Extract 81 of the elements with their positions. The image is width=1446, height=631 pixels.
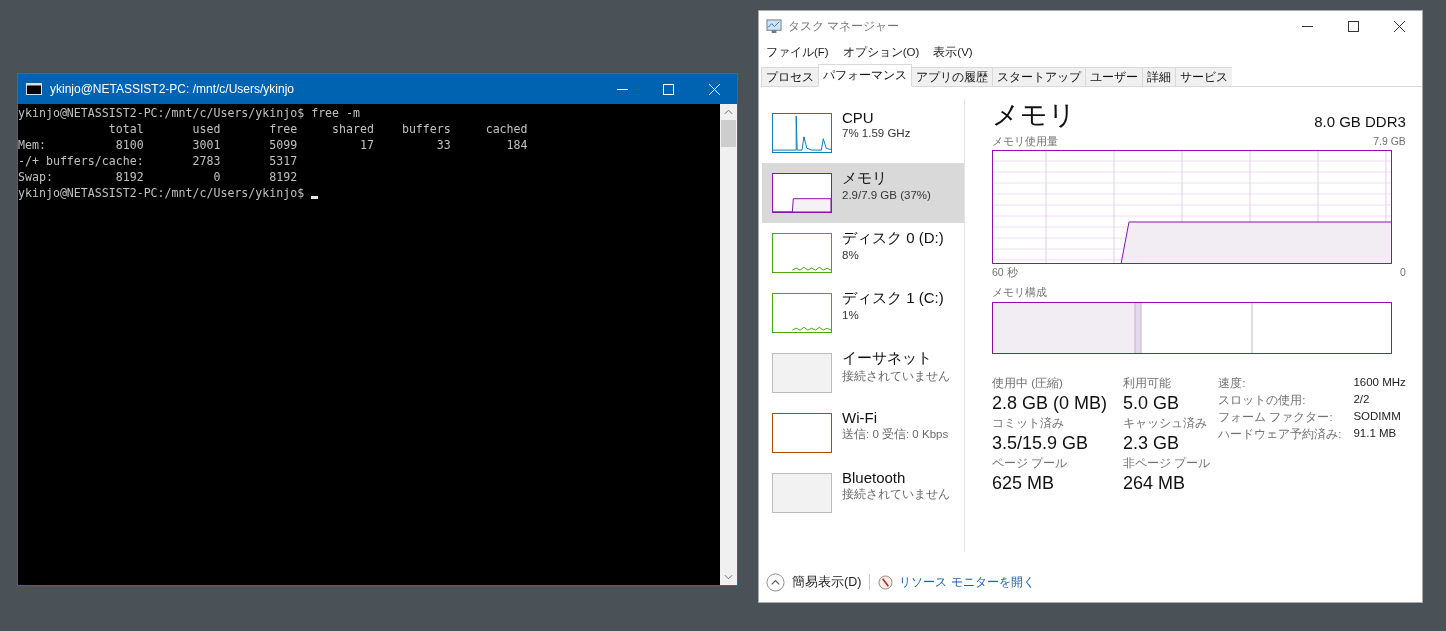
stat-value: 2.8 GB (0 MB) [992,393,1108,414]
stat-value: 2.3 GB [1123,433,1181,454]
stat-value: 3.5/15.9 GB [992,433,1090,454]
sidebar-item-name: CPU [842,109,875,126]
terminal-line: -/+ buffers/cache: 2783 5317 [18,153,298,169]
stat-label: コミット済み [992,416,1065,431]
stat-label: ページ プール [992,456,1069,471]
detail-label: スロットの使用: [1218,393,1307,408]
text-cursor [311,196,319,199]
window-title: タスク マネージャー [788,17,901,35]
detail-label: 速度: [1218,376,1247,391]
sidebar-item[interactable]: Wi-Fi 送信: 0 受信: 0 Kbps [762,403,964,463]
resource-monitor-link[interactable]: リソース モニターを開く [899,573,1035,591]
graph-label: メモリ使用量 [992,135,1058,149]
sidebar-item-detail: 2.9/7.9 GB (37%) [842,189,931,201]
sidebar-item-detail: 7% 1.59 GHz [842,127,911,139]
terminal-prompt: ykinjo@NETASSIST2-PC:/mnt/c/Users/ykinjo$ [18,185,305,201]
sidebar-item-name: Bluetooth [842,469,907,486]
stat-value: 5.0 GB [1123,393,1181,414]
stat-label: 使用中 (圧縮) [992,376,1064,391]
sidebar-item[interactable]: Bluetooth 接続されていません [762,463,964,523]
collapse-icon[interactable] [766,572,785,592]
terminal-line: total used free shared buffers cached [107,121,528,137]
stat-value: 625 MB [992,473,1056,494]
sidebar-item-detail: 送信: 0 受信: 0 Kbps [842,427,949,442]
fewer-details-link[interactable]: 簡易表示(D) [792,573,862,591]
stat-label: 利用可能 [1123,376,1173,391]
tab[interactable]: ユーザー [1085,67,1142,87]
sidebar-item-name: ディスク 1 (C:) [842,289,944,308]
tab[interactable]: パフォーマンス [818,64,912,87]
menu-item[interactable]: 表示(V) [933,44,973,60]
sidebar-item[interactable]: CPU 7% 1.59 GHz [762,103,964,163]
detail-label: ハードウェア予約済み: [1218,427,1342,442]
sidebar-item-detail: 8% [842,249,860,261]
memory-spec: 8.0 GB DDR3 [1314,113,1406,132]
time-axis-label: 0 [1400,266,1406,280]
sidebar-item-name: イーサネット [842,349,933,368]
sidebar-item-detail: 1% [842,309,860,321]
tab[interactable]: スタートアップ [992,67,1085,87]
sidebar-item-detail: 接続されていません [842,369,950,384]
terminal-line: ykinjo@NETASSIST2-PC:/mnt/c/Users/ykinjo$ free -m [18,105,361,121]
tab[interactable]: 詳細 [1142,67,1175,87]
sidebar-item-name: メモリ [842,169,888,188]
scrollbar[interactable] [720,104,737,585]
close-icon [1393,20,1405,32]
sidebar-item[interactable]: メモリ 2.9/7.9 GB (37%) [762,163,964,223]
scrollbar-thumb[interactable] [721,120,736,147]
sidebar-item[interactable]: ディスク 1 (C:) 1% [762,283,964,343]
graph-max-label: 7.9 GB [1373,135,1406,149]
sidebar-item-name: ディスク 0 (D:) [842,229,944,248]
scroll-up-icon[interactable] [724,109,733,115]
menu-item[interactable]: オプション(O) [842,44,920,60]
console-icon [26,83,42,95]
detail-value: 2/2 [1353,393,1371,407]
stat-label: キャッシュ済み [1123,416,1209,431]
terminal-line: Mem: 8100 3001 5099 17 33 184 [18,137,528,153]
detail-value: SODIMM [1353,410,1402,424]
sidebar-item[interactable]: ディスク 0 (D:) 8% [762,223,964,283]
terminal-line: Swap: 8192 0 8192 [18,169,298,185]
stat-label: 非ページ プール [1123,456,1211,471]
graph-label: メモリ構成 [992,286,1047,300]
stat-value: 264 MB [1123,473,1187,494]
tab[interactable]: プロセス [761,67,818,87]
detail-label: フォーム ファクター: [1218,410,1334,425]
sidebar-item[interactable]: イーサネット 接続されていません [762,343,964,403]
detail-value: 91.1 MB [1353,427,1398,441]
detail-value: 1600 MHz [1353,376,1406,390]
sidebar-item-detail: 接続されていません [842,487,950,502]
maximize-icon [1347,20,1359,32]
tab[interactable]: サービス [1175,67,1232,87]
sidebar-item-name: Wi-Fi [842,409,878,426]
menu-item[interactable]: ファイル(F) [766,44,829,60]
time-axis-label: 60 秒 [992,266,1018,280]
maximize-icon [662,83,674,95]
gauge-icon [878,574,894,590]
window-title: ykinjo@NETASSIST2-PC: /mnt/c/Users/ykinjo [50,82,295,96]
tab[interactable]: アプリの履歴 [911,67,992,87]
panel-title: メモリ [992,99,1076,132]
monitor-chart-icon [766,18,783,34]
close-icon [708,83,720,95]
scroll-down-icon[interactable] [724,574,733,580]
